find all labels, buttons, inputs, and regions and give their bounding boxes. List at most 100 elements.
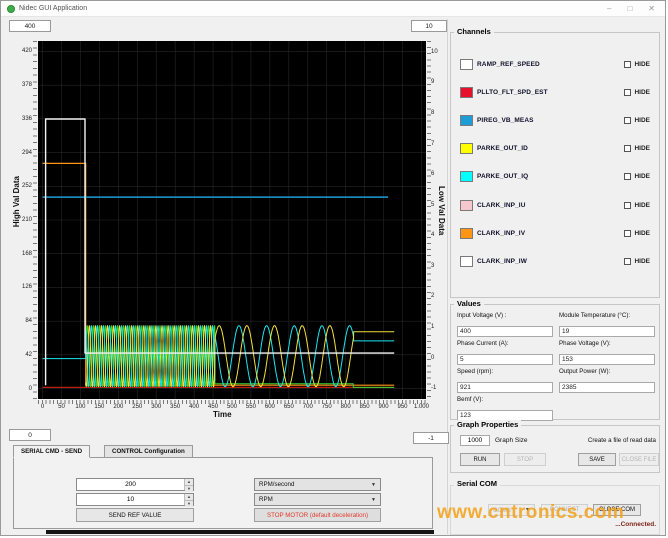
- hide-checkbox[interactable]: [624, 116, 632, 124]
- y-left-tick-label: 336: [21, 115, 32, 122]
- title-bar: Nidec GUI Application – □ ✕: [1, 1, 665, 17]
- y-left-tick-label: 126: [21, 284, 32, 291]
- y-left-tick-label: 420: [21, 48, 32, 55]
- y-left-tick-label: 168: [21, 250, 32, 257]
- hide-checkbox[interactable]: [624, 173, 632, 181]
- value-field: Bemf (V):: [457, 396, 553, 422]
- value-field: Input Voltage (V) :: [457, 312, 553, 338]
- y-left-tick-label: 84: [25, 318, 32, 325]
- channel-color-swatch: [460, 255, 473, 267]
- panel-splitter[interactable]: [447, 19, 448, 534]
- value-field-input[interactable]: [457, 326, 553, 337]
- spinner-up-icon[interactable]: ▲: [185, 479, 193, 486]
- value-field-input[interactable]: [559, 382, 655, 393]
- value-field-label: Output Power (W):: [559, 368, 611, 375]
- hide-checkbox[interactable]: [624, 60, 632, 68]
- close-file-button[interactable]: CLOSE FILE: [619, 453, 659, 466]
- value-field-label: Phase Current (A):: [457, 340, 509, 347]
- y-right-tick-label: 4: [431, 232, 435, 239]
- graph-properties-title: Graph Properties: [454, 420, 522, 429]
- value-field: Speed (rpm):: [457, 368, 553, 394]
- y-right-tick-label: 1: [431, 324, 435, 331]
- spinner-down-icon[interactable]: ▼: [185, 486, 193, 492]
- tab-serial-cmd-send[interactable]: SERIAL CMD - SEND: [13, 445, 91, 458]
- value-field: Phase Voltage (V):: [559, 340, 655, 366]
- hide-label: HIDE: [634, 145, 650, 153]
- value-field-input[interactable]: [457, 354, 553, 365]
- channel-color-swatch: [460, 199, 473, 211]
- channel-row: PIREG_VB_MEAS HIDE: [454, 106, 656, 134]
- ramp-value-input[interactable]: [77, 494, 184, 505]
- hide-label: HIDE: [634, 88, 650, 96]
- value-field-input[interactable]: [559, 354, 655, 365]
- hide-checkbox[interactable]: [624, 201, 632, 209]
- y-right-tick-label: 2: [431, 293, 435, 300]
- stop-button[interactable]: STOP: [504, 453, 546, 466]
- close-com-button[interactable]: CLOSE COM: [593, 504, 641, 516]
- y-left-max-input[interactable]: [9, 20, 51, 32]
- channel-label: PARKE_OUT_ID: [477, 145, 528, 153]
- oscilloscope-plot: [38, 41, 426, 399]
- com-port-select[interactable]: COM8 ▼: [488, 504, 535, 516]
- y-right-tick-label: 8: [431, 109, 435, 116]
- x-tick-label: 1.000: [413, 404, 429, 410]
- spinner-up-icon[interactable]: ▲: [185, 494, 193, 501]
- channel-color-swatch: [460, 58, 473, 70]
- channels-group-title: Channels: [454, 27, 494, 36]
- send-ref-value-button[interactable]: SEND REF VALUE: [76, 508, 194, 522]
- chevron-down-icon: ▼: [371, 496, 376, 503]
- y-right-tick-label: 6: [431, 171, 435, 178]
- y-right-min-input[interactable]: [413, 432, 449, 444]
- hide-label: HIDE: [634, 173, 650, 181]
- spinner-down-icon[interactable]: ▼: [185, 501, 193, 507]
- hide-checkbox[interactable]: [624, 145, 632, 153]
- create-file-label: Create a file of read data: [587, 437, 656, 444]
- y-left-tick-label: 252: [21, 183, 32, 190]
- y-right-axis-title: Low Val Data: [437, 186, 446, 236]
- close-icon[interactable]: ✕: [648, 1, 655, 17]
- graph-size-input[interactable]: [460, 435, 490, 446]
- window-title: Nidec GUI Application: [19, 5, 88, 12]
- y-left-min-input[interactable]: [9, 429, 51, 441]
- values-group-title: Values: [454, 299, 484, 308]
- y-right-tick-label: 7: [431, 140, 435, 147]
- maximize-icon[interactable]: □: [627, 1, 632, 17]
- channel-color-swatch: [460, 227, 473, 239]
- ref-unit-select[interactable]: RPM ▼: [254, 493, 381, 506]
- y-left-tick-label: 42: [25, 351, 32, 358]
- value-field-input[interactable]: [559, 326, 655, 337]
- y-left-axis-ticks: [33, 41, 37, 399]
- channel-row: CLARK_INP_IW HIDE: [454, 247, 656, 275]
- save-button[interactable]: SAVE: [578, 453, 616, 466]
- value-field-label: Speed (rpm):: [457, 368, 494, 375]
- connect-button[interactable]: CONNECT: [541, 504, 588, 516]
- ref-value-input[interactable]: [77, 479, 184, 490]
- ramp-value-spinner[interactable]: ▲ ▼: [76, 493, 194, 507]
- ramp-unit-select[interactable]: RPM/second ▼: [254, 478, 381, 491]
- channel-label: CLARK_INP_IU: [477, 201, 526, 209]
- value-field-input[interactable]: [457, 382, 553, 393]
- channel-row: RAMP_REF_SPEED HIDE: [454, 50, 656, 78]
- minimize-icon[interactable]: –: [607, 1, 611, 17]
- channel-label: PIREG_VB_MEAS: [477, 116, 534, 124]
- channel-label: RAMP_REF_SPEED: [477, 60, 540, 68]
- value-field-label: Module Temperature (°C):: [559, 312, 631, 319]
- y-right-max-input[interactable]: [411, 20, 447, 32]
- ref-value-spinner[interactable]: ▲ ▼: [76, 478, 194, 492]
- y-left-tick-label: 294: [21, 149, 32, 156]
- connection-status: ...Connected.: [615, 521, 656, 528]
- hide-checkbox[interactable]: [624, 88, 632, 96]
- value-field-label: Input Voltage (V) :: [457, 312, 507, 319]
- channel-label: PARKE_OUT_IQ: [477, 173, 529, 181]
- bottom-scrollbar[interactable]: [46, 530, 434, 534]
- hide-label: HIDE: [634, 116, 650, 124]
- run-button[interactable]: RUN: [460, 453, 500, 466]
- channel-label: PLLTO_FLT_SPD_EST: [477, 88, 548, 96]
- stop-motor-button[interactable]: STOP MOTOR (default deceleration): [254, 508, 381, 522]
- tab-control-configuration[interactable]: CONTROL Configuration: [104, 445, 193, 458]
- channel-row: PLLTO_FLT_SPD_EST HIDE: [454, 78, 656, 106]
- y-right-tick-label: 9: [431, 79, 435, 86]
- hide-checkbox[interactable]: [624, 257, 632, 265]
- hide-checkbox[interactable]: [624, 229, 632, 237]
- y-left-tick-label: 0: [28, 385, 32, 392]
